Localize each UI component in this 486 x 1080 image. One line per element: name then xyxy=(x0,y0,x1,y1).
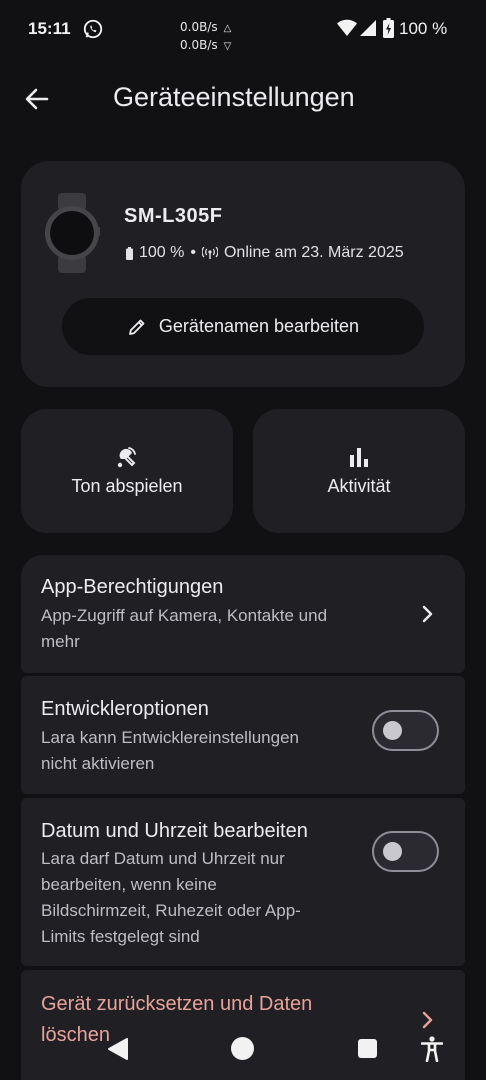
reset-title-line2: löschen xyxy=(41,1024,110,1046)
developer-options-toggle[interactable] xyxy=(372,710,439,751)
network-speed: 0.0B/s △ 0.0B/s ▽ xyxy=(180,19,231,55)
pencil-icon xyxy=(129,319,145,335)
status-separator: • xyxy=(190,244,196,261)
play-sound-tile[interactable] xyxy=(21,409,233,533)
play-sound-icon xyxy=(117,447,136,468)
download-arrow-icon: ▽ xyxy=(223,41,232,52)
bar-chart-icon xyxy=(350,448,368,467)
back-button[interactable] xyxy=(20,84,54,114)
device-status: 100 % • Online am 23. März 2025 xyxy=(126,244,404,262)
cell-signal-icon xyxy=(360,20,376,36)
date-time-description: Lara darf Datum und Uhrzeit nur bearbeit… xyxy=(41,846,301,950)
arrow-left-icon xyxy=(25,88,49,110)
device-online-status: Online am 23. März 2025 xyxy=(223,244,404,261)
reset-title-line1: Gerät zurücksetzen und Daten xyxy=(41,993,313,1015)
activity-label: Aktivität xyxy=(327,476,391,496)
toggle-knob xyxy=(383,842,402,861)
chevron-right-icon xyxy=(422,605,433,623)
nav-back-icon[interactable] xyxy=(106,1037,130,1061)
developer-options-desc-line1: Lara kann Entwicklereinstellungen xyxy=(41,728,299,747)
nav-recents-button[interactable] xyxy=(358,1039,377,1058)
upload-arrow-icon: △ xyxy=(223,23,232,34)
chevron-right-icon xyxy=(422,1011,433,1029)
app-permissions-desc-line1: App-Zugriff auf Kamera, Kontakte und xyxy=(41,606,328,625)
battery-charging-icon xyxy=(383,18,394,38)
developer-options-title: Entwickleroptionen xyxy=(41,698,209,720)
date-time-desc-line4: Limits festgelegt sind xyxy=(41,927,200,946)
developer-options-description: Lara kann Entwicklereinstellungen nicht … xyxy=(41,725,299,777)
edit-device-name-label: Gerätenamen bearbeiten xyxy=(158,316,360,336)
developer-options-desc-line2: nicht aktivieren xyxy=(41,754,155,773)
nav-home-button[interactable] xyxy=(231,1037,254,1060)
battery-full-icon xyxy=(126,246,133,260)
watch-icon xyxy=(45,193,100,273)
connection-signal-icon xyxy=(201,247,218,259)
status-bar: 15:11 0.0B/s △ 0.0B/s ▽ 100 % xyxy=(0,0,486,58)
device-name: SM-L305F xyxy=(124,205,223,227)
device-battery-value: 100 % xyxy=(139,244,185,261)
reset-device-title: Gerät zurücksetzen und Daten löschen xyxy=(41,989,371,1051)
battery-percentage: 100 % xyxy=(399,19,448,38)
page-title: Geräteeinstellungen xyxy=(113,82,355,112)
app-permissions-description: App-Zugriff auf Kamera, Kontakte und meh… xyxy=(41,603,327,655)
date-time-desc-line1: Lara darf Datum und Uhrzeit nur xyxy=(41,849,285,868)
toggle-knob xyxy=(383,721,402,740)
accessibility-icon[interactable] xyxy=(421,1036,443,1062)
wifi-icon xyxy=(337,19,357,36)
whatsapp-icon xyxy=(83,19,103,39)
date-time-toggle[interactable] xyxy=(372,831,439,872)
edit-device-name-button[interactable]: Gerätenamen bearbeiten xyxy=(62,298,424,355)
app-permissions-desc-line2: mehr xyxy=(41,632,80,651)
date-time-title: Datum und Uhrzeit bearbeiten xyxy=(41,820,308,842)
net-down-value: 0.0B/s xyxy=(180,38,218,52)
date-time-desc-line2: bearbeiten, wenn keine xyxy=(41,875,217,894)
net-up-value: 0.0B/s xyxy=(180,20,218,34)
play-sound-label: Ton abspielen xyxy=(71,476,183,496)
app-permissions-title: App-Berechtigungen xyxy=(41,576,224,598)
activity-tile[interactable] xyxy=(253,409,465,533)
status-time: 15:11 xyxy=(28,19,71,38)
date-time-desc-line3: Bildschirmzeit, Ruhezeit oder App- xyxy=(41,901,301,920)
